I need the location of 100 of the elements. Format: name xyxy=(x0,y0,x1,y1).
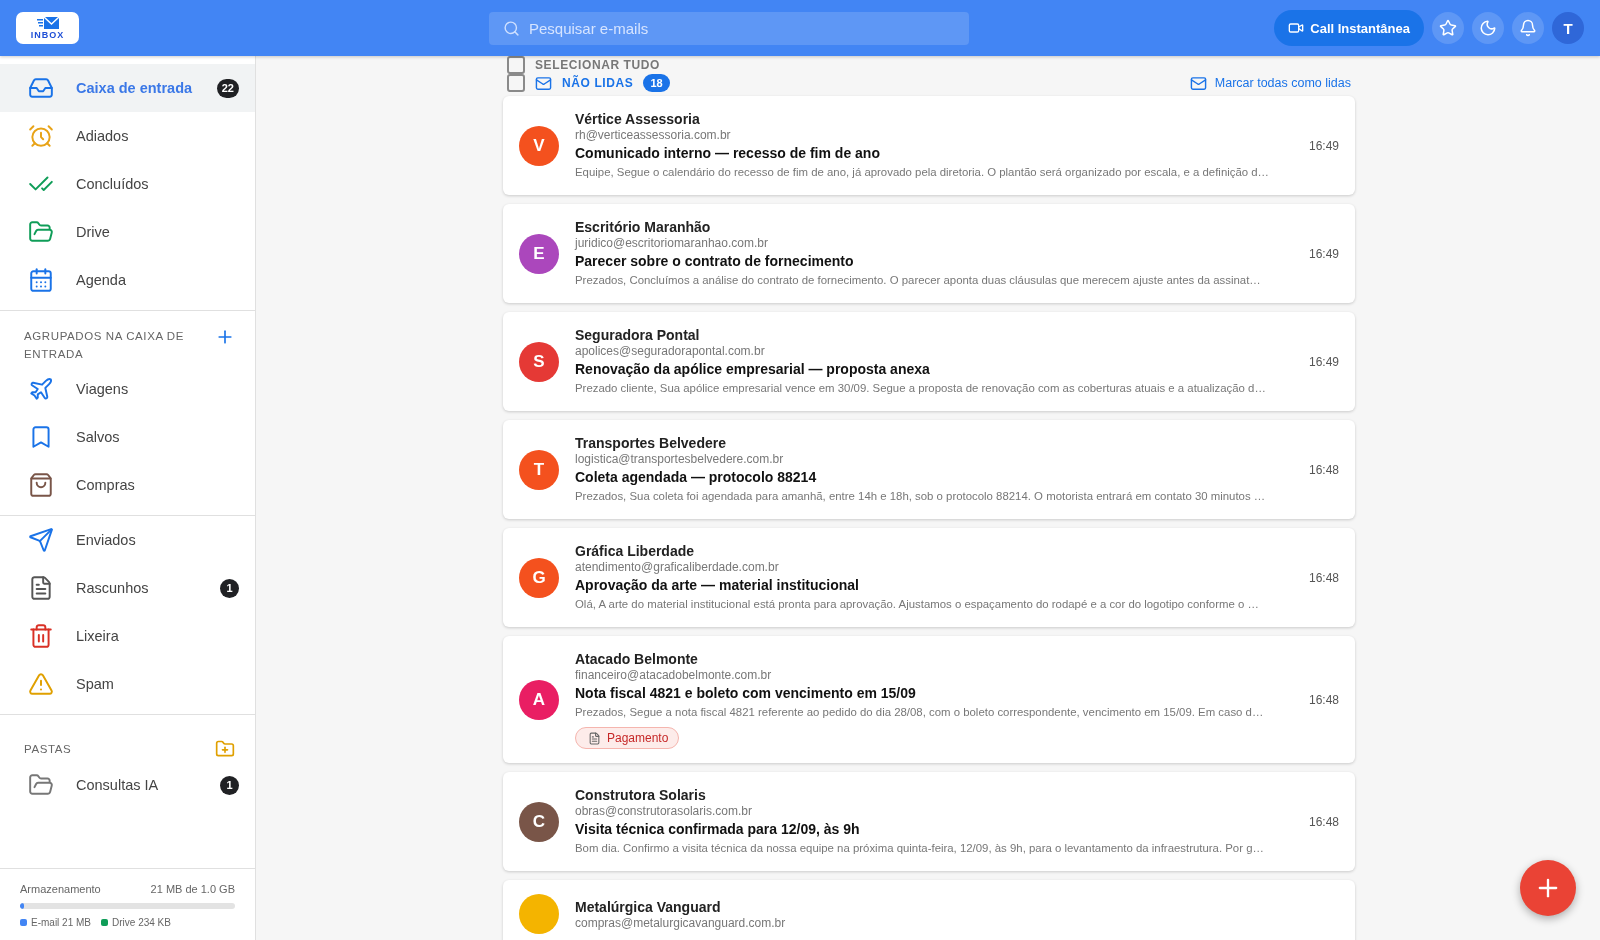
storage-usage: 21 MB de 1.0 GB xyxy=(150,883,235,895)
email-preview: Bom dia. Confirmo a visita técnica da nossa equipe na próxima quinta-feira, 12/09, às 9h, para o levantamento da infraestrutura. Por g… xyxy=(575,841,1265,856)
send-icon xyxy=(28,527,54,553)
email-card[interactable] xyxy=(503,528,1355,627)
call-button[interactable]: Call Instantânea xyxy=(1274,10,1424,46)
email-time: 16:48 xyxy=(1308,462,1339,477)
email-card[interactable] xyxy=(503,312,1355,411)
document-icon xyxy=(588,731,601,745)
count-badge: 22 xyxy=(216,78,239,98)
sender-name: Construtora Solaris xyxy=(575,786,707,804)
notifications-button[interactable] xyxy=(1512,12,1544,44)
email-card[interactable] xyxy=(503,772,1355,871)
sender-address: apolices@seguradorapontal.com.br xyxy=(575,344,766,359)
sidebar-item[interactable]: Viagens xyxy=(0,365,255,413)
sender-name: Transportes Belvedere xyxy=(575,434,727,452)
airplane-icon xyxy=(28,376,54,402)
email-card[interactable] xyxy=(503,96,1355,195)
sender-name: Seguradora Pontal xyxy=(575,326,701,344)
email-subject: Parecer sobre o contrato de fornecimento xyxy=(575,252,855,271)
sender-avatar: A xyxy=(519,679,559,720)
sender-address: juridico@escritoriomaranhao.com.br xyxy=(575,236,769,251)
folder-icon xyxy=(28,219,54,245)
calendar-icon xyxy=(28,267,54,293)
moon-icon xyxy=(1479,19,1497,37)
sidebar-item[interactable]: Lixeira xyxy=(0,612,255,660)
group-label: NÃO LIDAS xyxy=(562,76,634,90)
favorites-button[interactable] xyxy=(1432,12,1464,44)
folder-icon xyxy=(28,772,54,798)
count-badge: 1 xyxy=(220,578,239,598)
sender-avatar: G xyxy=(519,557,559,598)
sender-address: obras@construtorasolaris.com.br xyxy=(575,804,753,819)
sender-name: Gráfica Liberdade xyxy=(575,542,696,560)
email-card[interactable] xyxy=(503,636,1355,763)
email-card[interactable] xyxy=(503,420,1355,519)
document-icon xyxy=(28,575,54,601)
count-badge: 18 xyxy=(643,74,670,92)
email-preview: Olá, A arte do material institucional está pronta para aprovação. Ajustamos o espaçamento do rodapé e a cor do logotipo conforme o … xyxy=(575,597,1260,612)
mail-icon xyxy=(1189,74,1207,92)
warning-icon xyxy=(28,671,54,697)
sidebar-item[interactable]: Compras xyxy=(0,461,255,509)
dark-mode-button[interactable] xyxy=(1472,12,1504,44)
email-preview: Prezados, Segue a nota fiscal 4821 referente ao pedido do dia 28/08, com o boleto correspondente, vencimento em 15/09. Em caso d… xyxy=(575,705,1265,720)
user-avatar[interactable]: T xyxy=(1552,12,1584,44)
email-subject: Comunicado interno — recesso de fim de ano xyxy=(575,144,881,163)
trash-icon xyxy=(28,623,54,649)
email-subject: Visita técnica confirmada para 12/09, às 9h xyxy=(575,820,861,839)
logo[interactable]: INBOX xyxy=(16,12,79,44)
new-folder-icon[interactable] xyxy=(215,739,235,759)
email-card[interactable]: Metalúrgica Vanguard compras@metalurgicavanguard.com.br xyxy=(503,880,1355,940)
mark-all-read-link[interactable]: Marcar todas como lidas xyxy=(1189,74,1351,92)
legend-label: E-mail 21 MB xyxy=(31,917,91,928)
sidebar-item[interactable]: Salvos xyxy=(0,413,255,461)
email-preview: Prezados, Concluímos a análise do contrato de fornecimento. O parecer aponta duas cláusulas que merecem ajuste antes da assinat… xyxy=(575,273,1262,288)
count-badge: 1 xyxy=(220,775,239,795)
mail-icon xyxy=(535,74,552,92)
email-preview: Prezados, Sua coleta foi agendada para amanhã, entre 14h e 18h, sob o protocolo 88214. O motorista entrará em contato 30 minutos … xyxy=(575,489,1267,504)
sender-address: logistica@transportesbelvedere.com.br xyxy=(575,452,785,467)
sidebar-item[interactable]: Caixa de entrada 22 xyxy=(0,64,255,112)
shopping-bag-icon xyxy=(28,472,54,498)
sender-address: rh@verticeassessoria.com.br xyxy=(575,128,732,143)
section-title: PASTAS xyxy=(24,742,73,757)
section-title: AGRUPADOS NA CAIXA DE ENTRADA xyxy=(24,329,185,362)
sidebar-item[interactable]: Enviados xyxy=(0,516,255,564)
email-preview: Prezado cliente, Sua apólice empresarial vence em 30/09. Segue a proposta de renovação com as coberturas atuais e a atualização d… xyxy=(575,381,1267,396)
email-preview: Equipe, Segue o calendário do recesso de fim de ano, já aprovado pela diretoria. O plantão será organizado por escala, e a definição d… xyxy=(575,165,1270,180)
email-subject: Nota fiscal 4821 e boleto com vencimento em 15/09 xyxy=(575,684,917,703)
sidebar-item[interactable]: Agenda xyxy=(0,256,255,304)
inbox-icon xyxy=(28,75,54,101)
email-card[interactable] xyxy=(503,204,1355,303)
sidebar-item[interactable]: Adiados xyxy=(0,112,255,160)
sender-name: Vértice Assessoria xyxy=(575,110,701,128)
email-time: 16:49 xyxy=(1308,246,1339,261)
sidebar-item[interactable]: Rascunhos 1 xyxy=(0,564,255,612)
sender-avatar: C xyxy=(519,801,559,842)
sidebar-item[interactable]: Spam xyxy=(0,660,255,708)
sidebar-item[interactable]: Drive xyxy=(0,208,255,256)
sender-avatar: E xyxy=(519,233,559,274)
sender-address: atendimento@graficaliberdade.com.br xyxy=(575,560,780,575)
email-time: 16:48 xyxy=(1308,692,1339,707)
select-all-label: SELECIONAR TUDO xyxy=(535,58,660,72)
sender-name: Escritório Maranhão xyxy=(575,218,712,236)
email-subject: Renovação da apólice empresarial — proposta anexa xyxy=(575,360,931,379)
compose-button[interactable] xyxy=(1520,860,1576,916)
sender-address: compras@metalurgicavanguard.com.br xyxy=(575,915,787,931)
group-checkbox[interactable] xyxy=(507,74,525,92)
storage-label: Armazenamento xyxy=(20,883,101,895)
select-all-checkbox[interactable] xyxy=(507,56,525,74)
email-time: 16:48 xyxy=(1308,814,1339,829)
sidebar-item[interactable]: Consultas IA 1 xyxy=(0,761,255,809)
sender-name: Atacado Belmonte xyxy=(575,650,699,668)
sender-avatar: S xyxy=(519,341,559,382)
label-tag[interactable]: Pagamento xyxy=(575,727,680,749)
envelope-icon xyxy=(35,16,60,30)
email-time: 16:49 xyxy=(1308,354,1339,369)
sidebar-item[interactable]: Concluídos xyxy=(0,160,255,208)
search-icon xyxy=(503,19,520,37)
email-subject: Aprovação da arte — material institucional xyxy=(575,576,860,595)
alarm-clock-icon xyxy=(28,123,54,149)
email-subject: Coleta agendada — protocolo 88214 xyxy=(575,468,818,487)
email-time: 16:49 xyxy=(1308,138,1339,153)
